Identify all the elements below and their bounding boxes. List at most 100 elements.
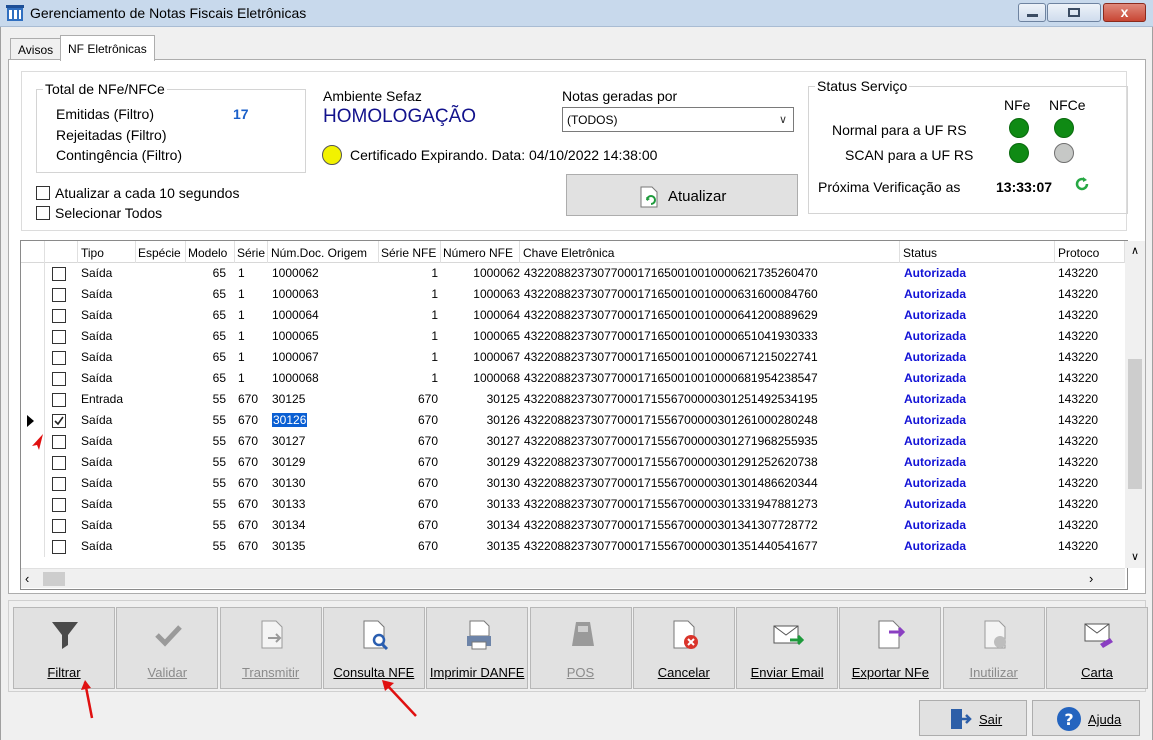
- cell-doc: 30134: [272, 518, 306, 532]
- row-checkbox[interactable]: [52, 435, 66, 449]
- tab-nf-eletronicas[interactable]: NF Eletrônicas: [60, 35, 155, 61]
- table-row[interactable]: Entrada 55 670 30125 670 30125 432208823730770…: [21, 389, 1106, 410]
- carta-button[interactable]: Carta: [1046, 607, 1148, 689]
- next-check-time: 13:33:07: [996, 179, 1053, 195]
- row-indicator: [21, 284, 45, 305]
- header-status[interactable]: Status: [900, 241, 1055, 263]
- minimize-button[interactable]: [1018, 3, 1046, 22]
- ajuda-button[interactable]: ? Ajuda: [1032, 700, 1140, 736]
- nfe-column-label: NFe: [1004, 97, 1031, 113]
- row-indicator: [21, 305, 45, 326]
- table-row[interactable]: Saída 65 1 1000068 1 1000068 43220882373077000…: [21, 368, 1106, 389]
- tab-avisos[interactable]: Avisos: [10, 38, 62, 60]
- auto-refresh-checkbox[interactable]: [36, 186, 50, 200]
- table-row[interactable]: Saída 55 670 30135 670 30135 43220882373077000…: [21, 536, 1106, 557]
- table-row[interactable]: Saída 55 670 30126 670 30126 43220882373077000…: [21, 410, 1106, 431]
- scroll-left-icon[interactable]: ‹: [25, 571, 41, 587]
- table-row[interactable]: Saída 55 670 30133 670 30133 43220882373077000…: [21, 494, 1106, 515]
- select-all-checkbox[interactable]: [36, 206, 50, 220]
- cell-doc: 1000063: [272, 287, 319, 301]
- scroll-up-icon[interactable]: ∧: [1125, 241, 1145, 261]
- notes-grid[interactable]: Tipo Espécie Modelo Série Núm.Doc. Orige…: [20, 240, 1145, 590]
- row-indicator: [21, 452, 45, 473]
- close-button[interactable]: x: [1103, 3, 1146, 22]
- atualizar-label: Atualizar: [668, 188, 727, 205]
- row-checkbox[interactable]: [52, 372, 66, 386]
- refresh-icon[interactable]: [1073, 175, 1091, 193]
- vertical-scroll-thumb[interactable]: [1128, 359, 1142, 489]
- cell-modelo: 65: [212, 308, 226, 322]
- export-document-icon: [878, 620, 906, 649]
- header-tipo[interactable]: Tipo: [78, 241, 136, 263]
- cell-numero: 30135: [486, 539, 520, 553]
- table-row[interactable]: Saída 55 670 30134 670 30134 43220882373077000…: [21, 515, 1106, 536]
- table-row[interactable]: Saída 55 670 30129 670 30129 43220882373077000…: [21, 452, 1106, 473]
- maximize-button[interactable]: [1047, 3, 1101, 22]
- transmitir-button: Transmitir: [219, 607, 322, 689]
- vertical-scrollbar[interactable]: ∧ ∨: [1125, 241, 1145, 568]
- sair-button[interactable]: Sair: [919, 700, 1027, 736]
- row-checkbox[interactable]: [52, 351, 66, 365]
- cell-serie_nfe: 1: [431, 350, 438, 364]
- header-serie[interactable]: Série: [235, 241, 268, 263]
- cell-protocolo: 143220: [1058, 329, 1099, 343]
- imprimir-danfe-button[interactable]: Imprimir DANFE: [426, 607, 529, 689]
- cancelar-button[interactable]: Cancelar: [632, 607, 735, 689]
- header-serie-nfe[interactable]: Série NFE: [379, 241, 441, 263]
- horizontal-scroll-thumb[interactable]: [43, 572, 65, 586]
- row-checkbox[interactable]: [52, 540, 66, 554]
- cell-serie: 670: [238, 392, 259, 406]
- header-especie[interactable]: Espécie: [136, 241, 186, 263]
- cell-chave: 4322088237307700017155670000030134130772…: [524, 518, 818, 532]
- header-num-doc-origem[interactable]: Núm.Doc. Origem: [268, 241, 379, 263]
- row-indicator: [21, 389, 45, 410]
- nfce-scan-status-icon: [1054, 143, 1074, 163]
- row-checkbox[interactable]: [52, 477, 66, 491]
- scroll-down-icon[interactable]: ∨: [1125, 547, 1145, 567]
- cell-chave: 4322088237307700017155670000030126100028…: [524, 413, 818, 427]
- table-row[interactable]: Saída 65 1 1000064 1 1000064 43220882373077000…: [21, 305, 1106, 326]
- cell-tipo: Saída: [81, 329, 113, 343]
- cell-protocolo: 143220: [1058, 392, 1099, 406]
- row-checkbox[interactable]: [52, 330, 66, 344]
- row-checkbox[interactable]: [52, 309, 66, 323]
- cell-status: Autorizada: [904, 329, 967, 343]
- header-protocolo[interactable]: Protoco: [1055, 241, 1125, 263]
- cell-numero: 1000062: [473, 266, 520, 280]
- row-checkbox[interactable]: [52, 393, 66, 407]
- certificado-text: Certificado Expirando. Data: 04/10/2022 …: [350, 147, 658, 163]
- table-row[interactable]: Saída 55 670 30127 670 30127 43220882373077000…: [21, 431, 1106, 452]
- row-checkbox[interactable]: [52, 498, 66, 512]
- chevron-down-icon: ∨: [778, 114, 787, 126]
- row-checkbox[interactable]: [52, 456, 66, 470]
- notas-select[interactable]: (TODOS) ∨: [562, 107, 794, 132]
- annotation-arrow-icon: [81, 680, 94, 719]
- header-modelo[interactable]: Modelo: [186, 241, 235, 263]
- header-chave-eletronica[interactable]: Chave Eletrônica: [520, 241, 900, 263]
- horizontal-scrollbar[interactable]: ‹ ›: [21, 568, 1125, 588]
- enviar-email-button[interactable]: Enviar Email: [736, 607, 839, 689]
- cell-serie: 670: [238, 539, 259, 553]
- cell-numero: 30129: [486, 455, 520, 469]
- cell-chave: 4322088237307700017165001001000068195423…: [524, 371, 818, 385]
- row-indicator: [21, 326, 45, 347]
- row-checkbox[interactable]: [52, 267, 66, 281]
- filtrar-button[interactable]: Filtrar: [13, 607, 115, 689]
- nfce-normal-status-icon: [1054, 118, 1074, 138]
- row-checkbox[interactable]: [52, 288, 66, 302]
- imprimir-danfe-label: Imprimir DANFE: [429, 665, 525, 680]
- exportar-nfe-button[interactable]: Exportar NFe: [839, 607, 942, 689]
- title-bar: Gerenciamento de Notas Fiscais Eletrônic…: [0, 0, 1153, 27]
- header-numero-nfe[interactable]: Número NFE: [441, 241, 520, 263]
- row-checkbox[interactable]: [52, 414, 66, 428]
- table-row[interactable]: Saída 65 1 1000062 1 1000062 43220882373077000…: [21, 263, 1106, 284]
- consulta-nfe-button[interactable]: Consulta NFE: [322, 607, 425, 689]
- table-row[interactable]: Saída 65 1 1000067 1 1000067 43220882373077000…: [21, 347, 1106, 368]
- atualizar-button[interactable]: Atualizar: [566, 174, 798, 216]
- scroll-right-icon[interactable]: ›: [1089, 571, 1105, 587]
- table-row[interactable]: Saída 55 670 30130 670 30130 43220882373077000…: [21, 473, 1106, 494]
- table-row[interactable]: Saída 65 1 1000063 1 1000063 43220882373077000…: [21, 284, 1106, 305]
- table-row[interactable]: Saída 65 1 1000065 1 1000065 43220882373077000…: [21, 326, 1106, 347]
- row-checkbox[interactable]: [52, 519, 66, 533]
- cell-doc: 1000064: [272, 308, 319, 322]
